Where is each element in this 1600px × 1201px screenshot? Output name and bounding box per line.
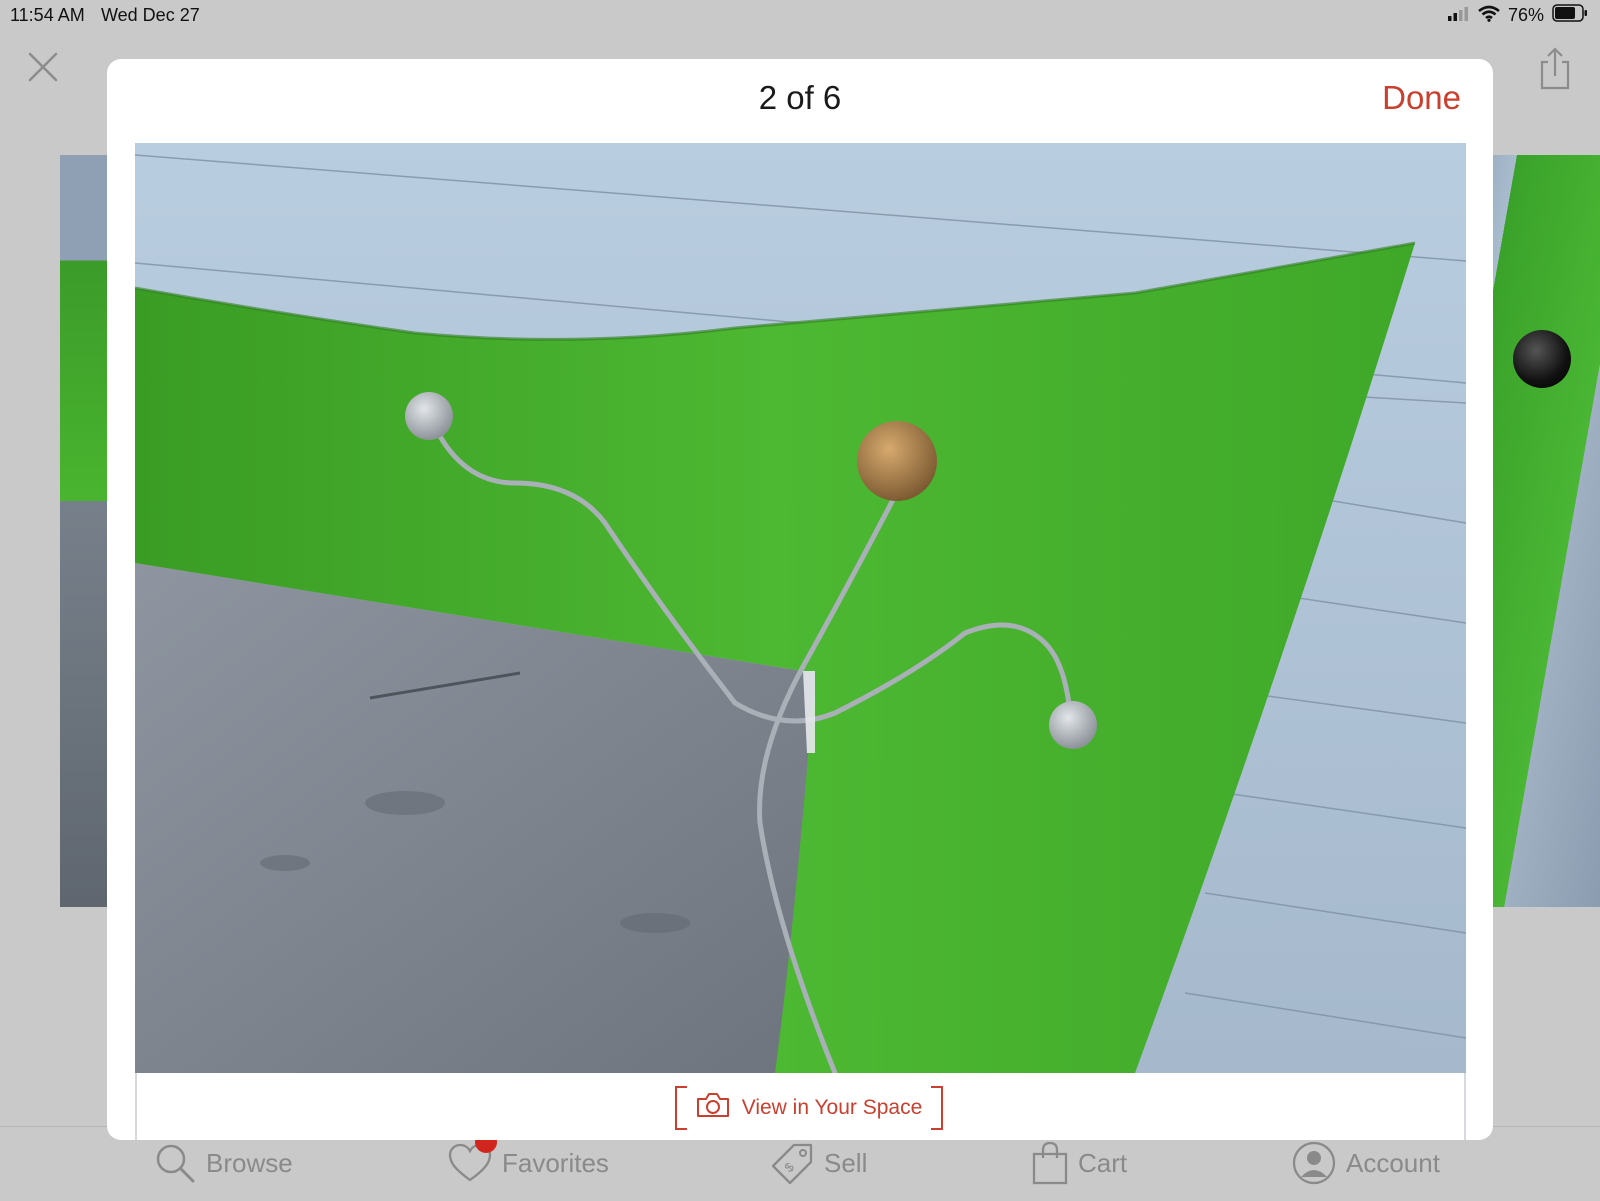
tab-account-label: Account (1346, 1147, 1440, 1178)
signal-icon (1447, 5, 1470, 26)
tab-sell-label: Sell (824, 1147, 868, 1178)
status-bar: 11:54 AM Wed Dec 27 76% (0, 0, 1600, 30)
tab-cart-label: Cart (1078, 1147, 1128, 1178)
svg-text:$: $ (781, 1159, 797, 1175)
done-button[interactable]: Done (1382, 79, 1461, 117)
battery-percentage: 76% (1507, 5, 1544, 25)
camera-icon (696, 1092, 730, 1124)
share-icon[interactable] (1538, 46, 1572, 90)
tab-browse-label: Browse (206, 1147, 293, 1178)
next-photo-knob (1513, 330, 1571, 388)
view-in-your-space-button[interactable]: View in Your Space (675, 1086, 943, 1130)
photo-counter: 2 of 6 (758, 79, 842, 116)
photo-gallery-modal: 2 of 6 Done View in Your Space (107, 59, 1493, 1140)
status-time: 11:54 AM (10, 5, 85, 25)
price-tag-icon: $ (772, 1142, 814, 1184)
tab-account[interactable]: Account (1292, 1141, 1440, 1185)
tab-browse[interactable]: Browse (154, 1141, 293, 1185)
user-icon (1292, 1141, 1336, 1185)
search-icon (154, 1142, 196, 1184)
close-icon[interactable] (26, 50, 60, 84)
wifi-icon (1478, 5, 1500, 27)
tab-favorites[interactable]: Favorites (448, 1131, 609, 1185)
next-photo-peek[interactable] (1493, 155, 1600, 907)
bracket-left (675, 1086, 687, 1130)
shopping-bag-icon (1032, 1141, 1068, 1185)
tab-cart[interactable]: Cart (1032, 1141, 1127, 1185)
tab-favorites-label: Favorites (502, 1147, 609, 1178)
status-date: Wed Dec 27 (101, 5, 200, 25)
tab-sell[interactable]: $ Sell (772, 1141, 867, 1185)
status-indicators: 76% (1447, 4, 1588, 27)
bracket-right (931, 1086, 943, 1130)
photo-actions: View in Your Space (135, 1073, 1466, 1140)
view-in-your-space-label: View in Your Space (741, 1096, 923, 1119)
previous-photo-peek[interactable] (60, 155, 108, 907)
battery-icon (1552, 4, 1588, 27)
product-photo[interactable] (135, 143, 1466, 1073)
heart-icon (448, 1131, 497, 1183)
